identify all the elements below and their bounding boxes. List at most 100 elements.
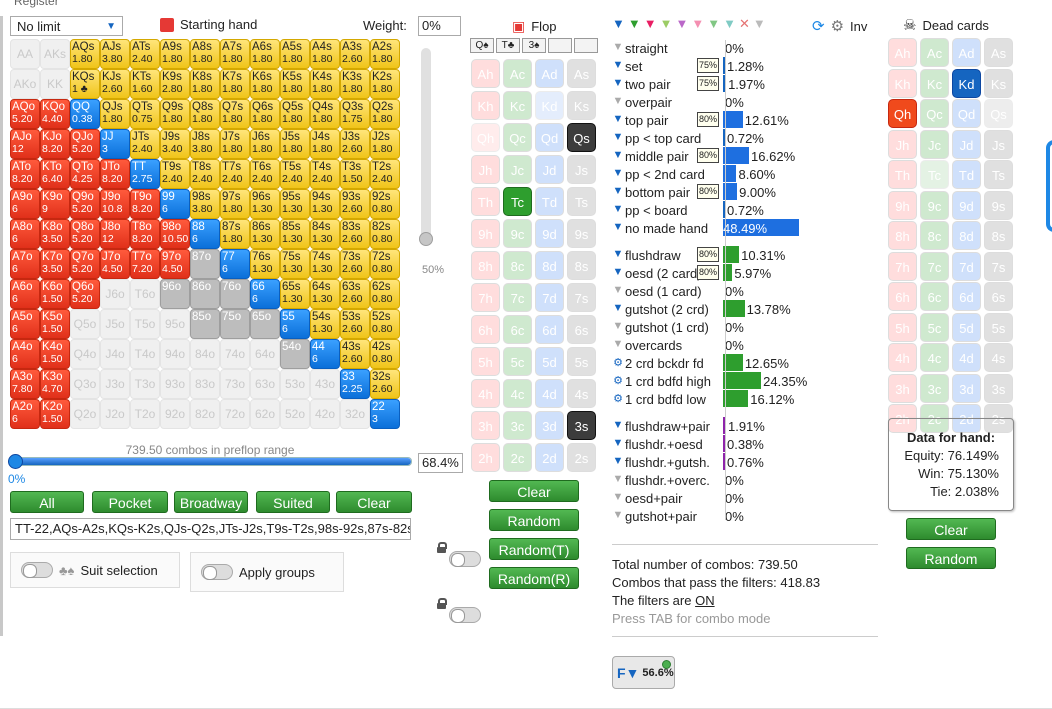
hand-cell[interactable]: 95o bbox=[160, 309, 190, 339]
hand-cell[interactable]: 92o bbox=[160, 399, 190, 429]
hand-cell[interactable]: J8o 12 bbox=[100, 219, 130, 249]
hand-cell[interactable]: K4o 1.50 bbox=[40, 339, 70, 369]
hand-cell[interactable]: 52s 0.80 bbox=[370, 309, 400, 339]
dead-card[interactable]: 5h bbox=[888, 312, 917, 342]
hand-cell[interactable]: A4o 6 bbox=[10, 339, 40, 369]
flop-card[interactable]: 9c bbox=[503, 219, 532, 248]
filter-funnel-icon[interactable]: ▼ bbox=[612, 284, 624, 298]
flop-card[interactable]: Jc bbox=[503, 155, 532, 184]
dead-card[interactable]: Ac bbox=[920, 38, 949, 67]
hand-cell[interactable]: A2o 6 bbox=[10, 399, 40, 429]
flop-card[interactable]: Qd bbox=[535, 123, 564, 152]
hand-cell[interactable]: Q7o 5.20 bbox=[70, 249, 100, 279]
filter-row[interactable]: ▼ oesd+pair 0% bbox=[612, 489, 802, 507]
all-button[interactable]: All bbox=[10, 491, 84, 513]
filter-row[interactable]: ▼ flushdr.+oesd 0.38% bbox=[612, 435, 802, 453]
hand-cell[interactable]: A9o 6 bbox=[10, 189, 40, 219]
filter-funnel-icon[interactable]: ▼ bbox=[612, 149, 624, 163]
hand-cell[interactable]: T2s 2.40 bbox=[370, 159, 400, 189]
suit-selection-switch[interactable] bbox=[21, 562, 53, 578]
flop-card[interactable]: Ks bbox=[567, 91, 596, 120]
filter-row[interactable]: ▼ gutshot (2 crd) 13.78% bbox=[612, 300, 802, 318]
flop-card[interactable]: Td bbox=[535, 187, 564, 216]
dead-card[interactable]: As bbox=[984, 38, 1013, 67]
hand-cell[interactable]: 94s 1.30 bbox=[310, 189, 340, 219]
filter-row[interactable]: ▼ top pair 80% 12.61% bbox=[612, 111, 802, 129]
filter-funnel-icon[interactable]: ▼ bbox=[612, 95, 624, 109]
hand-cell[interactable]: AJs 3.80 bbox=[100, 39, 130, 69]
filters-state-value[interactable]: ON bbox=[695, 593, 715, 608]
dead-card[interactable]: 5c bbox=[920, 312, 949, 342]
filter-row[interactable]: ⚙ 2 crd bckdr fd 12.65% bbox=[612, 354, 802, 372]
dead-card[interactable]: 8d bbox=[952, 221, 981, 250]
filter-row[interactable]: ▼ pp < board 0.72% bbox=[612, 201, 802, 219]
hand-cell[interactable]: K8o 3.50 bbox=[40, 219, 70, 249]
flop-random-button[interactable]: Random bbox=[489, 509, 579, 531]
hand-cell[interactable]: J9s 3.40 bbox=[160, 129, 190, 159]
flop-card[interactable]: Ah bbox=[471, 59, 500, 88]
hand-cell[interactable]: 22 3 bbox=[370, 399, 400, 429]
hand-cell[interactable]: 93o bbox=[160, 369, 190, 399]
filter-funnel-icon[interactable]: ▼ bbox=[612, 59, 624, 73]
board-slot-3[interactable]: 3♠ bbox=[522, 38, 546, 53]
hand-cell[interactable]: 76o bbox=[220, 279, 250, 309]
hand-cell[interactable]: K3s 1.80 bbox=[340, 69, 370, 99]
dead-card[interactable]: Qc bbox=[920, 99, 949, 128]
hand-cell[interactable]: AKs bbox=[40, 39, 70, 69]
hand-cell[interactable]: 76s 1.30 bbox=[250, 249, 280, 279]
filter-row[interactable]: ▼ no made hand 48.49% bbox=[612, 219, 802, 237]
dead-card[interactable]: Kh bbox=[888, 68, 917, 98]
flop-card[interactable]: 6h bbox=[471, 315, 500, 344]
filter-row[interactable]: ▼ straight 0% bbox=[612, 39, 802, 57]
hand-cell[interactable]: Q4o bbox=[70, 339, 100, 369]
filter-row[interactable]: ▼ pp < 2nd card 8.60% bbox=[612, 165, 802, 183]
dead-card[interactable]: Ad bbox=[952, 38, 981, 67]
filter-threshold-tag[interactable]: 80% bbox=[697, 265, 720, 280]
hand-cell[interactable]: JJ 3 bbox=[100, 129, 130, 159]
flop-card[interactable]: 2s bbox=[567, 443, 596, 472]
dead-card[interactable]: Qs bbox=[984, 99, 1013, 128]
hand-cell[interactable]: QJs 1.80 bbox=[100, 99, 130, 129]
limit-dropdown[interactable]: No limit ▼ bbox=[10, 16, 123, 36]
hand-cell[interactable]: 62o bbox=[250, 399, 280, 429]
hand-cell[interactable]: KQs 1 ♣ bbox=[70, 69, 100, 99]
filter-lime-icon[interactable]: ▼ bbox=[660, 16, 674, 32]
filter-pink-icon[interactable]: ▼ bbox=[644, 16, 658, 32]
filter-row[interactable]: ▼ oesd (2 card) 80% 5.97% bbox=[612, 264, 802, 282]
flop-card[interactable]: Qs bbox=[567, 123, 596, 152]
filter-row[interactable]: ▼ overcards 0% bbox=[612, 336, 802, 354]
gear-icon[interactable]: ⚙ bbox=[612, 356, 624, 370]
hand-cell[interactable]: 32o bbox=[340, 399, 370, 429]
pocket-button[interactable]: Pocket bbox=[92, 491, 168, 513]
hand-cell[interactable]: Q7s 1.80 bbox=[220, 99, 250, 129]
filter-row[interactable]: ▼ flushdr.+gutsh. 0.76% bbox=[612, 453, 802, 471]
hand-cell[interactable]: 93s 2.60 bbox=[340, 189, 370, 219]
filter-row[interactable]: ⚙ 1 crd bdfd high 24.35% bbox=[612, 372, 807, 390]
filter-funnel-icon[interactable]: ▼ bbox=[612, 203, 624, 217]
board-slot-4[interactable] bbox=[548, 38, 572, 53]
hand-cell[interactable]: 64o bbox=[250, 339, 280, 369]
filter-row[interactable]: ▼ set 75% 1.28% bbox=[612, 57, 802, 75]
filter-green-icon[interactable]: ▼ bbox=[628, 16, 642, 32]
hand-cell[interactable]: T5o bbox=[130, 309, 160, 339]
filter-funnel-icon[interactable]: ▼ bbox=[612, 167, 624, 181]
hand-cell[interactable]: KTo 6.40 bbox=[40, 159, 70, 189]
hand-cell[interactable]: K9o 9 bbox=[40, 189, 70, 219]
hand-cell[interactable]: A2s 1.80 bbox=[370, 39, 400, 69]
hand-cell[interactable]: 66 6 bbox=[250, 279, 280, 309]
hand-cell[interactable]: K6s 1.80 bbox=[250, 69, 280, 99]
hand-cell[interactable]: 72s 0.80 bbox=[370, 249, 400, 279]
dead-card[interactable]: 5d bbox=[952, 312, 981, 342]
hand-cell[interactable]: 82o bbox=[190, 399, 220, 429]
hand-cell[interactable]: 83o bbox=[190, 369, 220, 399]
apply-groups-toggle[interactable]: Apply groups bbox=[190, 552, 344, 592]
hand-cell[interactable]: A8o 6 bbox=[10, 219, 40, 249]
hand-cell[interactable]: K7o 3.50 bbox=[40, 249, 70, 279]
flop-card[interactable]: 2d bbox=[535, 443, 564, 472]
flop-random-r-button[interactable]: Random(R) bbox=[489, 567, 579, 589]
filter-funnel-icon[interactable]: ▼ bbox=[612, 131, 624, 145]
dead-card[interactable]: 9h bbox=[888, 190, 917, 220]
hand-cell[interactable]: J8s 3.80 bbox=[190, 129, 220, 159]
filter-funnel-icon[interactable]: ▼ bbox=[612, 185, 624, 199]
dead-card[interactable]: 8h bbox=[888, 221, 917, 250]
